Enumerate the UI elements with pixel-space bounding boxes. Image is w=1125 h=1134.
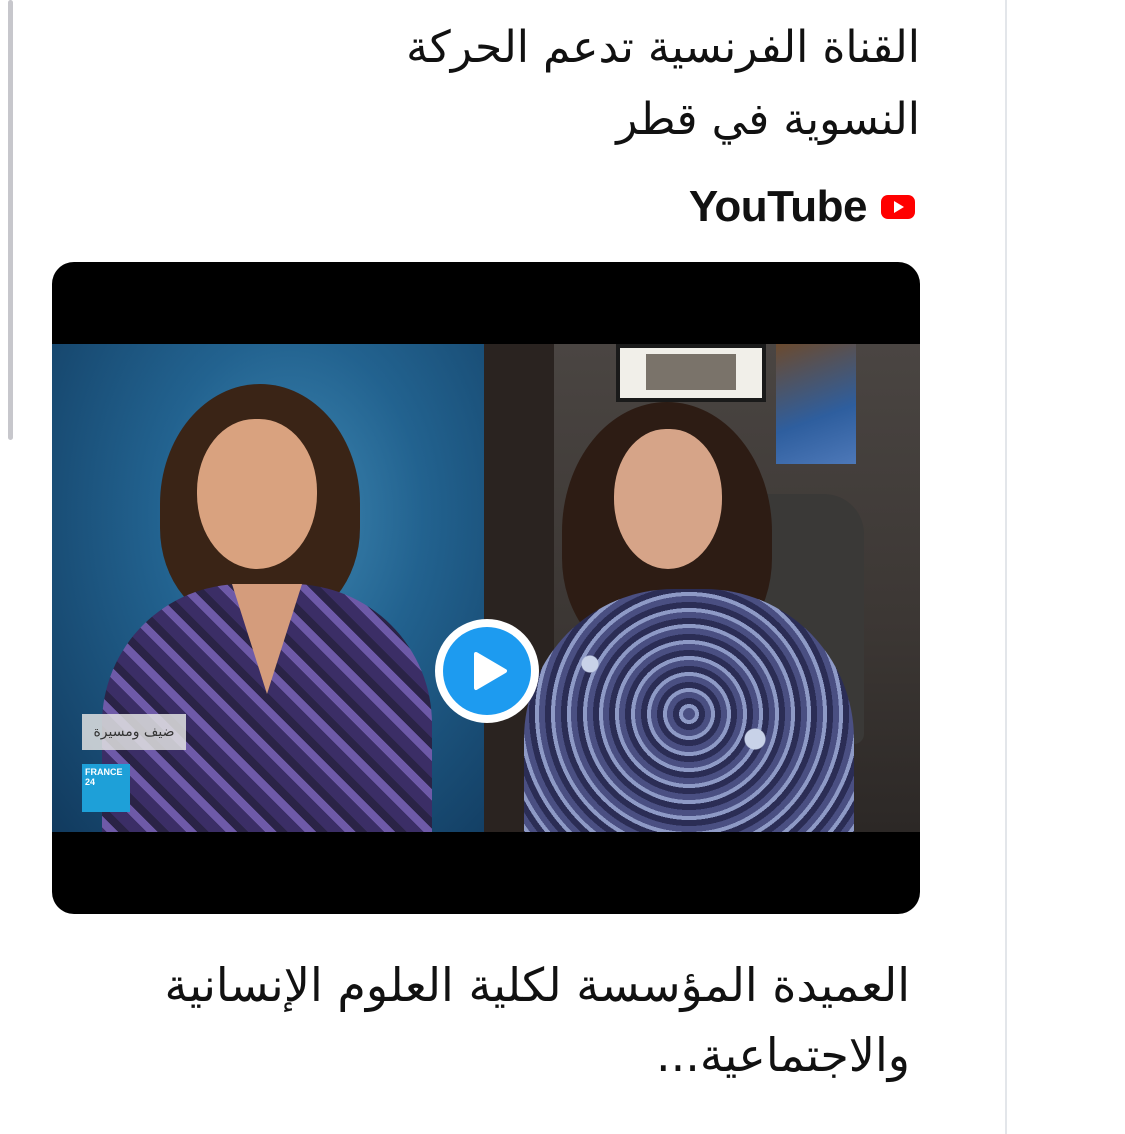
guest-face [614, 429, 722, 569]
play-button[interactable] [435, 619, 539, 723]
column-divider [1005, 0, 1007, 1134]
video-thumbnail[interactable]: ضيف ومسيرة FRANCE 24 [52, 344, 920, 832]
link-card-title[interactable]: العميدة المؤسسة لكلية العلوم الإنسانية و… [60, 950, 910, 1090]
source-name: YouTube [688, 182, 868, 231]
tweet-detail-page: القناة الفرنسية تدعم الحركة النسوية في ق… [0, 0, 1125, 1134]
youtube-icon [881, 195, 915, 219]
scroll-indicator[interactable] [8, 0, 13, 440]
host-face [197, 419, 317, 569]
host-body [102, 584, 432, 832]
wall-picture [616, 344, 766, 402]
video-card[interactable]: ضيف ومسيرة FRANCE 24 [52, 262, 920, 914]
link-card-source: YouTube [689, 180, 915, 234]
show-logo: ضيف ومسيرة [82, 714, 186, 750]
thumbnail-left-panel: ضيف ومسيرة FRANCE 24 [52, 344, 484, 832]
france24-logo: FRANCE 24 [82, 764, 130, 812]
tweet-text: القناة الفرنسية تدعم الحركة النسوية في ق… [406, 22, 920, 145]
wall-art [776, 344, 856, 464]
play-icon [443, 627, 531, 715]
thumbnail-right-panel [484, 344, 920, 832]
